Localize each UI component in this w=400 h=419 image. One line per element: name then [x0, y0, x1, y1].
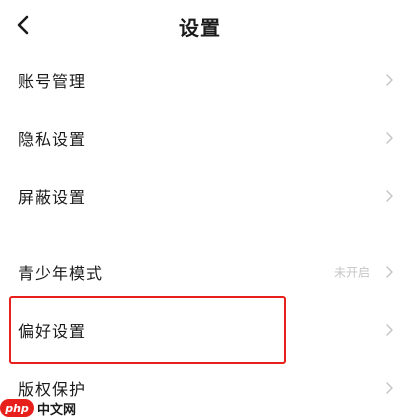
settings-item-label: 偏好设置 — [18, 322, 87, 341]
chevron-right-icon — [386, 324, 393, 336]
settings-item-account[interactable]: 账号管理 — [0, 52, 400, 108]
header-bar: 设置 — [0, 0, 400, 52]
settings-item-label: 青少年模式 — [18, 264, 104, 283]
chevron-right-icon — [386, 132, 393, 144]
settings-screen: 设置 账号管理 隐私设置 屏蔽设置 青少年模式 未开启 偏好设置 版权保护 ph… — [0, 0, 400, 419]
settings-item-teen-mode[interactable]: 青少年模式 未开启 — [0, 244, 400, 300]
page-title: 设置 — [179, 16, 221, 40]
watermark-text: 中文网 — [37, 402, 77, 418]
settings-item-preferences[interactable]: 偏好设置 — [0, 302, 400, 358]
chevron-right-icon — [386, 190, 393, 202]
settings-item-privacy[interactable]: 隐私设置 — [0, 110, 400, 166]
settings-item-label: 屏蔽设置 — [18, 188, 87, 207]
chevron-right-icon — [386, 382, 393, 394]
php-logo-icon: php — [0, 399, 34, 417]
settings-item-label: 隐私设置 — [18, 130, 87, 149]
settings-item-status: 未开启 — [333, 265, 370, 280]
site-watermark: php 中文网 — [0, 397, 80, 419]
settings-item-block[interactable]: 屏蔽设置 — [0, 168, 400, 224]
settings-item-label: 账号管理 — [18, 72, 87, 91]
chevron-right-icon — [386, 266, 393, 278]
chevron-right-icon — [386, 74, 393, 86]
